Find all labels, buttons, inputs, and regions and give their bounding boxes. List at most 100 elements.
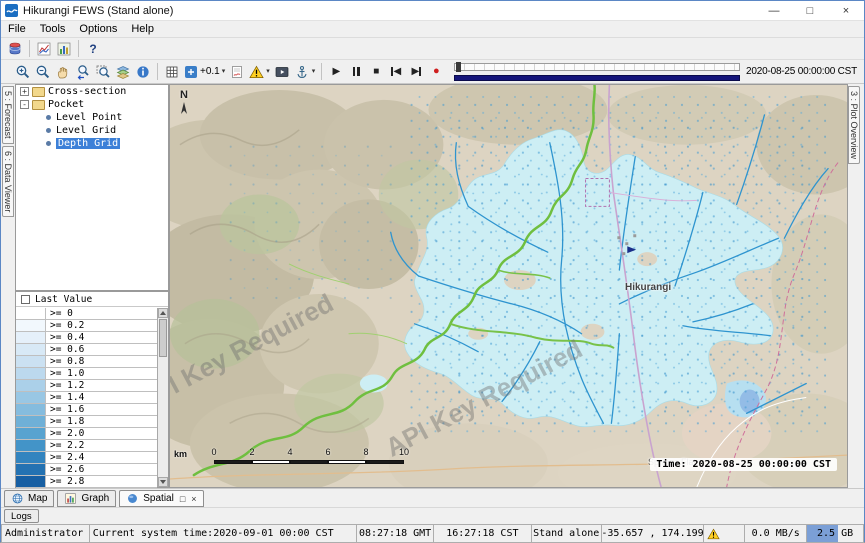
tree-node-level-point[interactable]: Level Point <box>16 111 168 124</box>
legend-row: >= 0.8 <box>16 356 157 368</box>
legend-row: >= 2.8 <box>16 476 157 488</box>
legend-row: >= 2.0 <box>16 428 157 440</box>
time-slider-thumb[interactable] <box>456 62 461 72</box>
tree-node-depth-grid[interactable]: Depth Grid <box>16 137 168 150</box>
dock-tab-forecast[interactable]: 5 : Forecast <box>2 86 14 144</box>
status-coordinates: -35.657 , 174.199 <box>601 524 704 543</box>
pan-button[interactable] <box>53 62 73 82</box>
dock-tab-plot-overview[interactable]: 3 : Plot Overview <box>848 86 860 164</box>
chevron-down-icon: ▾ <box>266 68 270 75</box>
tree-node-level-grid[interactable]: Level Grid <box>16 124 168 137</box>
logs-button[interactable]: Logs <box>4 509 39 523</box>
warnings-dropdown[interactable]: ▾ <box>247 62 272 82</box>
database-icon <box>7 41 23 57</box>
scale-segment <box>290 460 328 464</box>
info-button[interactable] <box>133 62 153 82</box>
scale-tick: 2 <box>249 447 254 457</box>
status-bar: Administrator Current system time:2020-0… <box>1 524 864 543</box>
status-alerts[interactable] <box>703 524 744 543</box>
legend-label: >= 0.6 <box>46 344 157 355</box>
left-dock-strip: 5 : Forecast 6 : Data Viewer <box>1 84 15 488</box>
tree-node-label[interactable]: Level Point <box>56 112 122 123</box>
play-button[interactable]: ▶ <box>326 62 346 82</box>
tab-spatial[interactable]: Spatial □ × <box>119 490 203 507</box>
node-bullet-icon <box>46 115 51 120</box>
grid-icon <box>164 64 180 80</box>
collapse-toggle-icon[interactable]: - <box>20 100 29 109</box>
globe-icon <box>11 492 24 505</box>
display-tabs: Map Graph Spatial □ × <box>1 488 864 507</box>
pane-close-icon[interactable]: × <box>191 494 196 504</box>
record-button[interactable]: ● <box>426 62 446 82</box>
interval-icon <box>184 65 198 79</box>
close-button[interactable]: × <box>828 1 864 20</box>
skip-end-icon: ▶ <box>411 67 419 77</box>
scale-tick: 6 <box>325 447 330 457</box>
legend-swatch <box>16 380 46 391</box>
tree-node-label[interactable]: Cross-section <box>48 86 126 97</box>
scale-tick: 10 <box>399 447 409 457</box>
tab-map[interactable]: Map <box>4 490 54 507</box>
legend-label: >= 1.2 <box>46 380 157 391</box>
main-toolbar: ? <box>1 38 864 60</box>
menu-help[interactable]: Help <box>124 21 161 37</box>
timeseries-display-button[interactable] <box>34 39 54 59</box>
legend-row: >= 1.8 <box>16 416 157 428</box>
legend-panel: Last Value >= 0 >= 0.2 >= 0.4 >= 0.6 >= … <box>15 291 169 488</box>
scale-segment <box>214 460 252 464</box>
layers-button[interactable] <box>113 62 133 82</box>
export-animation-button[interactable] <box>272 62 292 82</box>
legend-swatch <box>16 476 46 487</box>
menu-tools[interactable]: Tools <box>33 21 73 37</box>
tree-node-label[interactable]: Pocket <box>48 99 84 110</box>
tree-node-pocket[interactable]: - Pocket <box>16 98 168 111</box>
stop-button[interactable]: ■ <box>366 62 386 82</box>
help-button[interactable]: ? <box>83 39 103 59</box>
expand-toggle-icon[interactable]: + <box>20 87 29 96</box>
menu-file[interactable]: File <box>1 21 33 37</box>
dock-tab-data-viewer[interactable]: 6 : Data Viewer <box>2 146 14 217</box>
scroll-up-icon[interactable] <box>158 308 168 318</box>
right-dock-strip: 3 : Plot Overview <box>848 84 864 488</box>
legend-row: >= 1.0 <box>16 368 157 380</box>
window-title: Hikurangi FEWS (Stand alone) <box>23 5 173 17</box>
scroll-down-icon[interactable] <box>158 477 168 487</box>
time-span-bar <box>454 75 740 81</box>
time-slider-track[interactable] <box>454 63 740 71</box>
tree-node-label[interactable]: Level Grid <box>56 125 116 136</box>
pause-button[interactable] <box>346 62 366 82</box>
database-button[interactable] <box>5 39 25 59</box>
grid-display-button[interactable] <box>162 62 182 82</box>
menu-options[interactable]: Options <box>72 21 124 37</box>
zoom-in-button[interactable] <box>13 62 33 82</box>
maximize-button[interactable]: □ <box>792 1 828 20</box>
legend-scrollbar[interactable] <box>157 308 168 487</box>
scrollbar-thumb[interactable] <box>159 319 167 357</box>
zoom-previous-button[interactable] <box>73 62 93 82</box>
zoom-out-button[interactable] <box>33 62 53 82</box>
tree-node-label-selected[interactable]: Depth Grid <box>56 138 120 149</box>
legend-swatch <box>16 368 46 379</box>
document-profile-icon <box>229 64 245 80</box>
class-interval-dropdown[interactable]: +0.1 ▾ <box>182 62 227 82</box>
scale-segment <box>328 460 366 464</box>
scale-tick: 4 <box>287 447 292 457</box>
tab-graph[interactable]: Graph <box>57 490 116 507</box>
skip-to-start-button[interactable]: ◀ <box>386 62 406 82</box>
minimize-button[interactable]: — <box>756 1 792 20</box>
spatial-display-button[interactable] <box>54 39 74 59</box>
pane-maximize-icon[interactable]: □ <box>180 494 185 504</box>
map-canvas[interactable] <box>170 85 847 487</box>
tree-node-cross-section[interactable]: + Cross-section <box>16 85 168 98</box>
toolbar-separator <box>321 63 322 80</box>
zoom-extent-button[interactable] <box>93 62 113 82</box>
anchor-dropdown[interactable]: ▾ <box>292 62 318 82</box>
window-controls: — □ × <box>756 1 864 20</box>
profile-button[interactable] <box>227 62 247 82</box>
time-slider[interactable] <box>454 62 740 82</box>
help-icon: ? <box>89 42 96 56</box>
node-bullet-icon <box>46 128 51 133</box>
skip-to-end-button[interactable]: ▶ <box>406 62 426 82</box>
map-viewport[interactable]: N API Key Required API Key Required Hiku… <box>169 84 848 488</box>
last-value-checkbox[interactable] <box>21 295 30 304</box>
